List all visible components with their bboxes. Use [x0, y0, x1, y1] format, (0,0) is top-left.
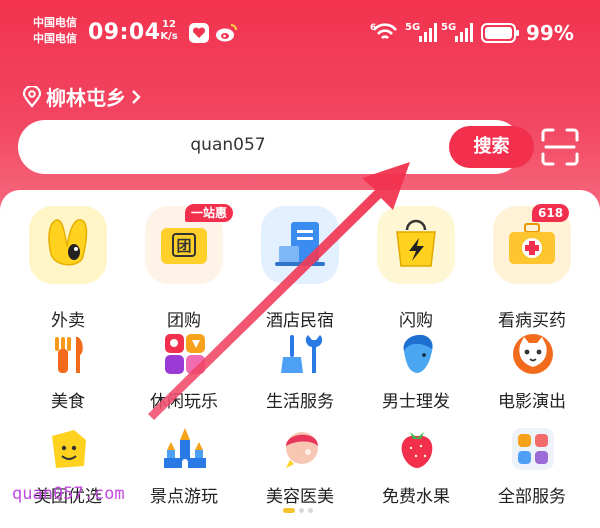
annotation-arrow	[148, 162, 410, 420]
watermark: quan057.com	[12, 484, 125, 504]
